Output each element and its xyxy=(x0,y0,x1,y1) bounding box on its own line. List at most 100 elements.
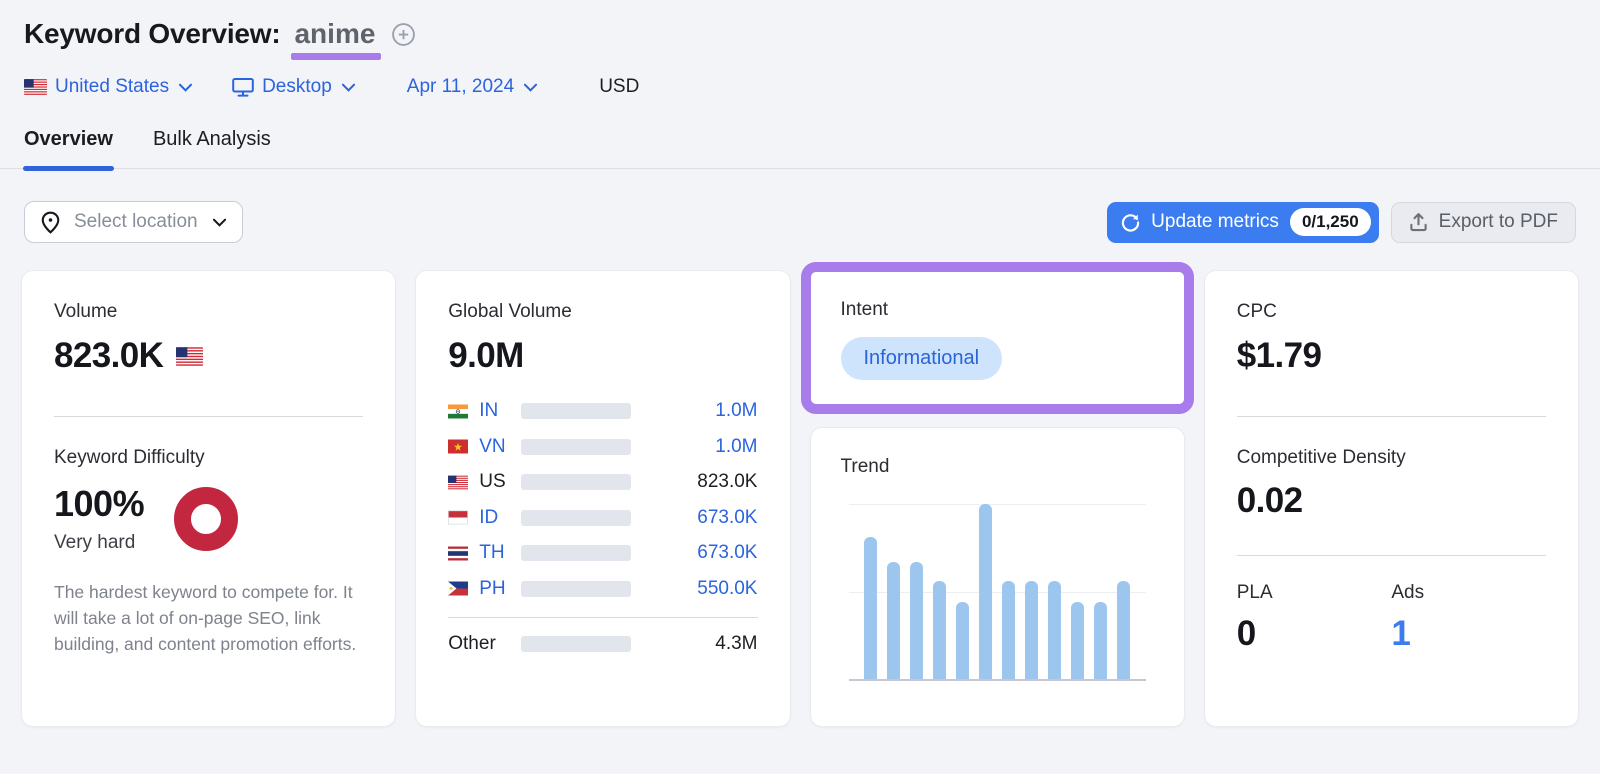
country-code-link[interactable]: IN xyxy=(479,400,521,422)
location-pin-icon xyxy=(40,211,61,234)
chevron-down-icon xyxy=(524,83,537,92)
country-dropdown[interactable]: United States xyxy=(24,76,192,98)
other-volume-row: Other 4.3M xyxy=(448,633,757,655)
toolbar: Select location Update metrics 0/1,250 E… xyxy=(24,201,1576,243)
country-volume-row: VN 1.0M xyxy=(448,436,757,458)
trend-card: Trend xyxy=(810,427,1185,727)
global-volume-label: Global Volume xyxy=(448,301,757,323)
india-flag-icon xyxy=(448,404,468,419)
trend-bar xyxy=(956,602,969,679)
chart-baseline xyxy=(849,679,1146,681)
keyword-difficulty-label: Keyword Difficulty xyxy=(54,447,363,469)
country-volume-row: PH 550.0K xyxy=(448,578,757,600)
volume-bar xyxy=(521,581,631,597)
intent-card: Intent Informational xyxy=(811,272,1184,404)
trend-bar xyxy=(1025,581,1038,679)
country-volume-row: ID 673.0K xyxy=(448,507,757,529)
select-location-dropdown[interactable]: Select location xyxy=(24,201,243,243)
keyword-purple-underline xyxy=(291,53,381,60)
device-dropdown[interactable]: Desktop xyxy=(232,76,355,98)
trend-bar xyxy=(933,581,946,679)
country-volume-row: IN 1.0M xyxy=(448,400,757,422)
country-code-link[interactable]: TH xyxy=(479,542,521,564)
trend-bar xyxy=(1094,602,1107,679)
volume-bar xyxy=(521,510,631,526)
trend-bar xyxy=(1002,581,1015,679)
global-volume-list: IN 1.0M VN 1.0M US 823.0K xyxy=(448,400,757,655)
trend-bar-chart xyxy=(841,504,1154,679)
philippines-flag-icon xyxy=(448,581,468,596)
other-label: Other xyxy=(448,633,521,655)
global-volume-card: Global Volume 9.0M IN 1.0M VN 1.0M xyxy=(415,270,790,727)
tab-overview[interactable]: Overview xyxy=(24,128,113,168)
volume-bar xyxy=(521,545,631,561)
ads-value[interactable]: 1 xyxy=(1391,614,1546,654)
trend-bar xyxy=(1071,602,1084,679)
date-label: Apr 11, 2024 xyxy=(407,76,514,98)
cpc-card: CPC $1.79 Competitive Density 0.02 PLA 0… xyxy=(1204,270,1579,727)
currency-label: USD xyxy=(599,76,639,98)
indonesia-flag-icon xyxy=(448,510,468,525)
country-label: United States xyxy=(55,76,169,98)
country-code: US xyxy=(479,471,521,493)
volume-value: 823.0K xyxy=(54,336,163,376)
intent-badge[interactable]: Informational xyxy=(841,337,1003,380)
export-to-pdf-label: Export to PDF xyxy=(1439,211,1558,233)
chevron-down-icon xyxy=(213,218,226,227)
chevron-down-icon xyxy=(342,83,355,92)
tab-bar: Overview Bulk Analysis xyxy=(0,128,1600,169)
trend-label: Trend xyxy=(841,456,1154,478)
list-divider xyxy=(448,617,757,618)
select-location-label: Select location xyxy=(74,211,198,233)
trend-bar xyxy=(1048,581,1061,679)
metrics-cards: Volume 823.0K Keyword Difficulty 100% Ve… xyxy=(21,270,1579,727)
export-to-pdf-button[interactable]: Export to PDF xyxy=(1391,202,1576,243)
cpc-value: $1.79 xyxy=(1237,336,1546,376)
intent-annotation-box: Intent Informational xyxy=(801,262,1194,414)
trend-bar xyxy=(1117,581,1130,679)
trend-bar xyxy=(979,504,992,679)
pla-value: 0 xyxy=(1237,614,1392,654)
update-metrics-button[interactable]: Update metrics 0/1,250 xyxy=(1107,202,1379,243)
ads-block: Ads 1 xyxy=(1391,582,1546,654)
country-volume-value[interactable]: 550.0K xyxy=(697,578,757,600)
volume-bar xyxy=(521,474,631,490)
volume-difficulty-card: Volume 823.0K Keyword Difficulty 100% Ve… xyxy=(21,270,396,727)
trend-bar xyxy=(887,562,900,679)
update-metrics-label: Update metrics xyxy=(1151,211,1279,233)
card-divider xyxy=(1237,555,1546,556)
country-volume-value[interactable]: 1.0M xyxy=(715,400,757,422)
add-keyword-icon[interactable] xyxy=(391,22,416,47)
tab-bulk-analysis[interactable]: Bulk Analysis xyxy=(153,128,271,168)
country-volume-value[interactable]: 1.0M xyxy=(715,436,757,458)
difficulty-donut-gauge xyxy=(174,487,238,551)
intent-trend-column: Intent Informational Trend xyxy=(810,270,1185,727)
country-code-link[interactable]: ID xyxy=(479,507,521,529)
competitive-density-label: Competitive Density xyxy=(1237,447,1546,469)
volume-bar xyxy=(521,403,631,419)
us-flag-icon xyxy=(24,79,47,95)
pla-block: PLA 0 xyxy=(1237,582,1392,654)
competitive-density-value: 0.02 xyxy=(1237,481,1546,521)
us-flag-icon xyxy=(176,347,203,366)
keyword-difficulty-value: 100% xyxy=(54,483,144,525)
page-title: Keyword Overview: xyxy=(24,18,280,50)
keyword-highlight: anime xyxy=(294,18,375,50)
country-volume-row: US 823.0K xyxy=(448,471,757,493)
export-upload-icon xyxy=(1409,212,1428,232)
country-code-link[interactable]: VN xyxy=(479,436,521,458)
intent-label: Intent xyxy=(841,299,1154,321)
trend-bar xyxy=(910,562,923,679)
date-dropdown[interactable]: Apr 11, 2024 xyxy=(407,76,537,98)
ads-label: Ads xyxy=(1391,582,1546,604)
other-volume-value: 4.3M xyxy=(715,633,757,655)
filters-bar: United States Desktop Apr 11, 2024 USD xyxy=(24,76,1576,98)
page-header: Keyword Overview: anime United States De… xyxy=(0,0,1600,98)
refresh-icon xyxy=(1121,213,1140,232)
us-flag-icon xyxy=(448,475,468,490)
pla-label: PLA xyxy=(1237,582,1392,604)
country-volume-value[interactable]: 673.0K xyxy=(697,542,757,564)
country-volume-value[interactable]: 673.0K xyxy=(697,507,757,529)
country-code-link[interactable]: PH xyxy=(479,578,521,600)
card-divider xyxy=(1237,416,1546,417)
